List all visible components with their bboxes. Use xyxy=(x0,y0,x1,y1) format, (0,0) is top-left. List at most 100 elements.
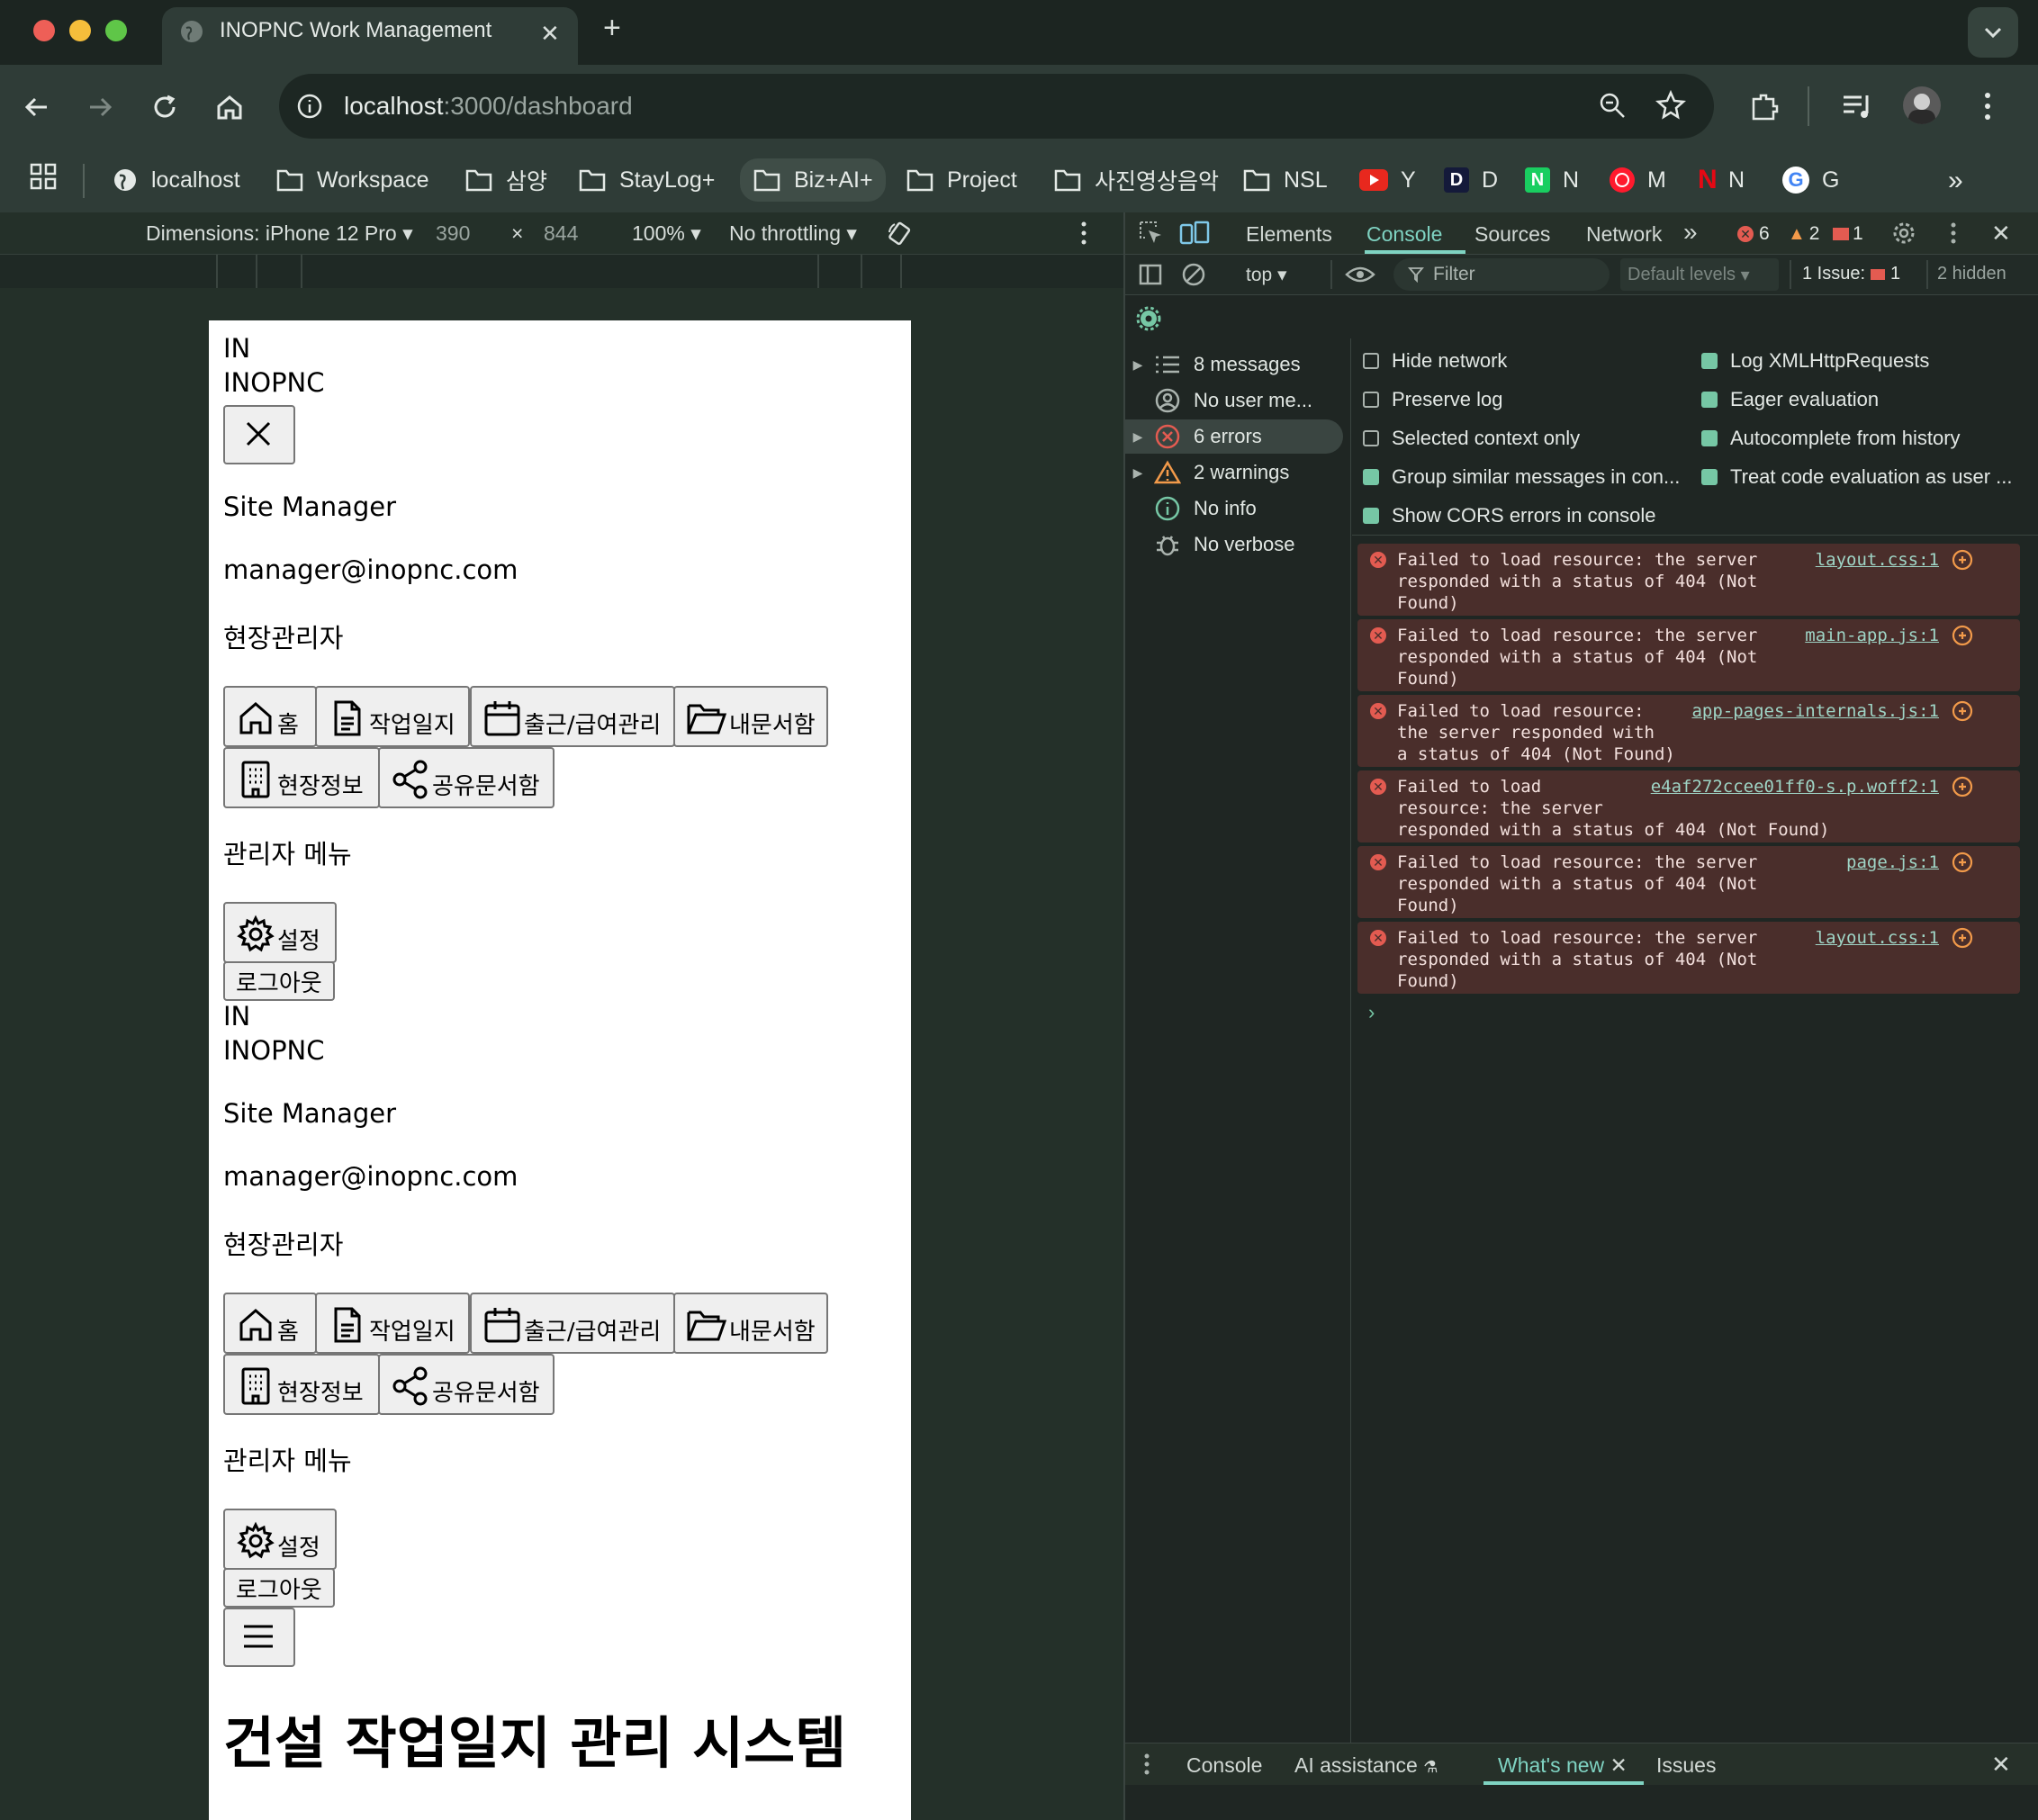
option-autocomplete[interactable]: Autocomplete from history xyxy=(1701,427,1961,450)
tab-network[interactable]: Network xyxy=(1586,222,1662,247)
close-window-button[interactable] xyxy=(33,20,55,41)
bookmark-d[interactable]: D D xyxy=(1444,162,1498,198)
checkbox-checked[interactable] xyxy=(1363,508,1379,524)
extensions-icon[interactable] xyxy=(1746,88,1782,124)
sidebar-item-user-messages[interactable]: No user me... xyxy=(1125,383,1350,418)
nav-daily-report-button[interactable]: 작업일지 xyxy=(315,1293,470,1354)
option-hide-network[interactable]: Hide network xyxy=(1363,349,1507,373)
ai-explain-icon[interactable] xyxy=(1952,776,1973,797)
minimize-window-button[interactable] xyxy=(69,20,91,41)
nav-my-docs-button[interactable]: 내문서함 xyxy=(673,686,828,747)
bookmark-folder-bizai[interactable]: Biz+AI+ xyxy=(740,158,886,202)
width-input[interactable]: 390 xyxy=(436,221,470,246)
zoom-icon[interactable] xyxy=(1597,90,1628,121)
bookmark-folder-project[interactable]: Project xyxy=(906,162,1017,198)
issue-count-badge[interactable]: 1 xyxy=(1833,223,1863,245)
error-source-link[interactable]: app-pages-internals.js:1 xyxy=(1691,700,1939,722)
drawer-tab-ai-assistance[interactable]: AI assistance ⚗ xyxy=(1294,1753,1438,1778)
nav-site-info-button[interactable]: 현장정보 xyxy=(223,747,380,808)
media-controls-icon[interactable] xyxy=(1840,90,1876,122)
issues-link[interactable]: 1 Issue: 1 xyxy=(1802,264,1900,284)
console-prompt[interactable]: › xyxy=(1368,1001,1375,1024)
reload-icon[interactable] xyxy=(148,90,182,124)
bookmark-naver[interactable]: N N xyxy=(1525,162,1579,198)
bookmark-folder-workspace[interactable]: Workspace xyxy=(275,162,429,198)
inspect-element-icon[interactable] xyxy=(1138,220,1165,247)
console-settings-gear-icon[interactable] xyxy=(1136,306,1161,331)
checkbox[interactable] xyxy=(1363,430,1379,446)
ai-explain-icon[interactable] xyxy=(1952,549,1973,571)
tab-elements[interactable]: Elements xyxy=(1246,222,1332,247)
option-group-similar[interactable]: Group similar messages in con... xyxy=(1363,465,1680,489)
sidebar-item-warnings[interactable]: ▶ 2 warnings xyxy=(1125,455,1350,490)
option-treat-code[interactable]: Treat code evaluation as user ... xyxy=(1701,465,2012,489)
option-show-cors[interactable]: Show CORS errors in console xyxy=(1363,504,1655,527)
close-sidebar-button[interactable] xyxy=(223,405,295,464)
ai-explain-icon[interactable] xyxy=(1952,625,1973,646)
sidebar-item-info[interactable]: No info xyxy=(1125,491,1350,526)
tab-search-button[interactable] xyxy=(1968,7,2018,58)
console-error-message[interactable]: ✕ Failed to load resource: the server re… xyxy=(1357,544,2020,616)
context-select[interactable]: top ▾ xyxy=(1246,264,1287,286)
bookmark-netflix[interactable]: N N xyxy=(1698,162,1745,198)
console-error-message[interactable]: ✕ Failed to load resource: the server re… xyxy=(1357,770,2020,842)
star-icon[interactable] xyxy=(1655,88,1687,121)
drawer-menu-icon[interactable] xyxy=(1141,1751,1152,1778)
option-selected-context[interactable]: Selected context only xyxy=(1363,427,1580,450)
apps-grid-icon[interactable] xyxy=(29,162,58,191)
sidebar-item-messages[interactable]: ▶ 8 messages xyxy=(1125,347,1350,382)
tab-sources[interactable]: Sources xyxy=(1474,222,1550,247)
error-source-link[interactable]: layout.css:1 xyxy=(1816,549,1939,571)
error-source-link[interactable]: layout.css:1 xyxy=(1816,927,1939,949)
console-error-message[interactable]: ✕ Failed to load resource: the server re… xyxy=(1357,922,2020,994)
device-dimensions-select[interactable]: Dimensions: iPhone 12 Pro ▾ xyxy=(146,221,413,246)
site-info-icon[interactable] xyxy=(295,92,324,121)
back-arrow-icon[interactable] xyxy=(20,90,54,124)
nav-my-docs-button[interactable]: 내문서함 xyxy=(673,1293,828,1354)
drawer-tab-issues[interactable]: Issues xyxy=(1656,1753,1716,1778)
nav-home-button[interactable]: 홈 xyxy=(223,686,317,747)
checkbox-checked[interactable] xyxy=(1701,430,1718,446)
zoom-select[interactable]: 100% ▾ xyxy=(632,221,701,246)
nav-daily-report-button[interactable]: 작업일지 xyxy=(315,686,470,747)
filter-input[interactable]: Filter xyxy=(1393,258,1610,291)
sidebar-item-errors[interactable]: ▶ 6 errors xyxy=(1125,419,1343,454)
option-eager-eval[interactable]: Eager evaluation xyxy=(1701,388,1879,411)
more-tabs-icon[interactable]: » xyxy=(1683,218,1698,247)
ai-explain-icon[interactable] xyxy=(1952,927,1973,949)
maximize-window-button[interactable] xyxy=(105,20,127,41)
bookmark-google[interactable]: G G xyxy=(1782,162,1839,198)
drawer-tab-whats-new[interactable]: What's new ✕ xyxy=(1498,1753,1628,1778)
tab-console[interactable]: Console xyxy=(1366,222,1442,247)
error-source-link[interactable]: page.js:1 xyxy=(1846,851,1939,873)
height-input[interactable]: 844 xyxy=(544,221,578,246)
clear-console-icon[interactable] xyxy=(1181,262,1206,287)
option-log-xhr[interactable]: Log XMLHttpRequests xyxy=(1701,349,1929,373)
bookmark-folder-nsl[interactable]: NSL xyxy=(1242,162,1328,198)
menu-toggle-button[interactable] xyxy=(223,1608,295,1667)
nav-site-info-button[interactable]: 현장정보 xyxy=(223,1354,380,1415)
checkbox-checked[interactable] xyxy=(1701,392,1718,408)
bookmark-music[interactable]: M xyxy=(1610,162,1666,198)
more-bookmarks-icon[interactable]: » xyxy=(1948,166,1963,196)
console-error-message[interactable]: ✕ Failed to load resource: the server re… xyxy=(1357,695,2020,767)
nav-shared-docs-button[interactable]: 공유문서함 xyxy=(378,1354,555,1415)
bookmark-folder-samyang[interactable]: 삼양 xyxy=(464,162,547,198)
warning-count-badge[interactable]: ▲ 2 xyxy=(1788,223,1819,245)
ai-explain-icon[interactable] xyxy=(1952,851,1973,873)
nav-shared-docs-button[interactable]: 공유문서함 xyxy=(378,747,555,808)
device-toggle-icon[interactable] xyxy=(1179,220,1210,247)
devtools-more-icon[interactable] xyxy=(1948,220,1959,247)
drawer-tab-console[interactable]: Console xyxy=(1186,1753,1262,1778)
bookmark-folder-staylog[interactable]: StayLog+ xyxy=(578,162,715,198)
error-source-link[interactable]: main-app.js:1 xyxy=(1805,625,1939,646)
bookmark-youtube[interactable]: Y xyxy=(1359,162,1416,198)
close-icon[interactable]: ✕ xyxy=(1610,1753,1628,1777)
nav-attendance-button[interactable]: 출근/급여관리 xyxy=(470,686,675,747)
menu-kebab-icon[interactable] xyxy=(1977,88,1998,124)
checkbox[interactable] xyxy=(1363,353,1379,369)
rotate-icon[interactable] xyxy=(886,220,915,248)
console-error-message[interactable]: ✕ Failed to load resource: the server re… xyxy=(1357,619,2020,691)
bookmark-folder-media[interactable]: 사진영상음악 xyxy=(1053,162,1219,198)
forward-arrow-icon[interactable] xyxy=(83,90,117,124)
